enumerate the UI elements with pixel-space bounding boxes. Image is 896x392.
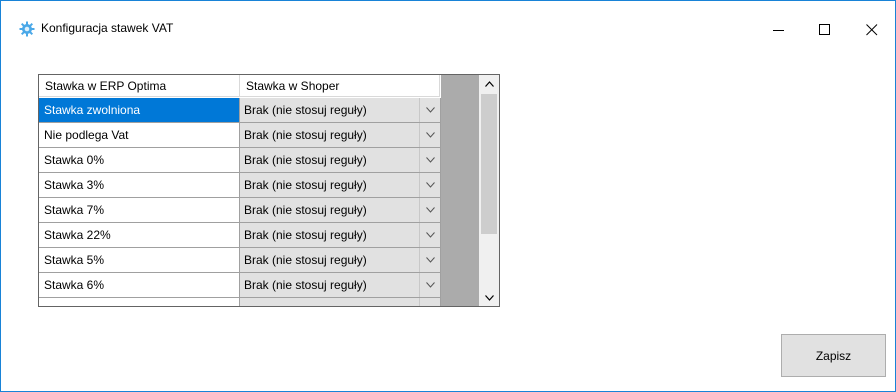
save-button[interactable]: Zapisz (781, 334, 886, 377)
scroll-thumb[interactable] (481, 94, 497, 234)
combo-value: Brak (nie stosuj reguły) (244, 103, 367, 117)
rate-name-cell[interactable]: Stawka 3% (39, 173, 240, 198)
rate-name-cell[interactable]: Stawka 5% (39, 248, 240, 273)
combo-value: Brak (nie stosuj reguły) (244, 253, 367, 267)
rate-name-cell[interactable]: Stawka 6% (39, 273, 240, 298)
shoper-rate-select[interactable]: Brak (nie stosuj reguły) (240, 98, 441, 123)
combo-value: Brak (nie stosuj reguły) (244, 178, 367, 192)
chevron-down-icon[interactable] (419, 173, 440, 197)
chevron-down-icon[interactable] (419, 298, 440, 306)
maximize-icon (819, 24, 830, 35)
combo-value: Brak (nie stosuj reguły) (244, 203, 367, 217)
shoper-rate-select[interactable]: Brak (nie stosuj reguły) (240, 248, 441, 273)
shoper-rate-select[interactable]: Brak (nie stosuj reguły) (240, 198, 441, 223)
table-row[interactable]: Stawka 6% Brak (nie stosuj reguły) (39, 273, 441, 298)
minimize-button[interactable] (756, 15, 802, 45)
gear-icon (19, 21, 35, 37)
rate-name-cell[interactable]: Nie podlega Vat (39, 123, 240, 148)
table-row[interactable]: Stawka 7% Brak (nie stosuj reguły) (39, 198, 441, 223)
vat-rates-grid[interactable]: Stawka w ERP Optima Stawka w Shoper Staw… (38, 74, 500, 307)
chevron-down-icon[interactable] (419, 148, 440, 172)
column-header-erp[interactable]: Stawka w ERP Optima (39, 75, 240, 97)
close-button[interactable] (849, 15, 895, 45)
table-row[interactable] (39, 298, 441, 306)
shoper-rate-select[interactable]: Brak (nie stosuj reguły) (240, 148, 441, 173)
vertical-scrollbar[interactable] (479, 75, 499, 306)
rate-name-cell[interactable]: Stawka 7% (39, 198, 240, 223)
table-row[interactable]: Stawka 0% Brak (nie stosuj reguły) (39, 148, 441, 173)
maximize-button[interactable] (802, 15, 848, 45)
shoper-rate-select[interactable]: Brak (nie stosuj reguły) (240, 123, 441, 148)
combo-value: Brak (nie stosuj reguły) (244, 128, 367, 142)
combo-value: Brak (nie stosuj reguły) (244, 278, 367, 292)
window-title: Konfiguracja stawek VAT (41, 21, 174, 35)
combo-value: Brak (nie stosuj reguły) (244, 228, 367, 242)
scroll-down-button[interactable] (479, 289, 499, 306)
grid-header: Stawka w ERP Optima Stawka w Shoper (39, 75, 441, 98)
table-row[interactable]: Nie podlega Vat Brak (nie stosuj reguły) (39, 123, 441, 148)
rate-name-cell[interactable]: Stawka zwolniona (39, 98, 240, 123)
chevron-down-icon (484, 294, 494, 301)
table-row[interactable]: Stawka 5% Brak (nie stosuj reguły) (39, 248, 441, 273)
combo-value: Brak (nie stosuj reguły) (244, 153, 367, 167)
shoper-rate-select[interactable]: Brak (nie stosuj reguły) (240, 273, 441, 298)
chevron-down-icon[interactable] (419, 273, 440, 297)
rate-name-cell[interactable]: Stawka 22% (39, 223, 240, 248)
chevron-up-icon (484, 80, 494, 87)
shoper-rate-select[interactable] (240, 298, 441, 306)
title-bar[interactable]: Konfiguracja stawek VAT (1, 1, 895, 37)
column-header-shoper[interactable]: Stawka w Shoper (240, 75, 440, 97)
rate-name-cell[interactable]: Stawka 0% (39, 148, 240, 173)
chevron-down-icon[interactable] (419, 98, 440, 122)
scroll-up-button[interactable] (479, 75, 499, 92)
chevron-down-icon[interactable] (419, 223, 440, 247)
config-window: Konfiguracja stawek VAT Stawka w ERP Opt… (0, 0, 896, 392)
shoper-rate-select[interactable]: Brak (nie stosuj reguły) (240, 223, 441, 248)
rate-name-cell[interactable] (39, 298, 240, 306)
minimize-icon (773, 30, 784, 31)
table-row[interactable]: Stawka 22% Brak (nie stosuj reguły) (39, 223, 441, 248)
close-icon (866, 24, 878, 36)
chevron-down-icon[interactable] (419, 123, 440, 147)
table-row[interactable]: Stawka zwolniona Brak (nie stosuj reguły… (39, 98, 441, 123)
chevron-down-icon[interactable] (419, 198, 440, 222)
shoper-rate-select[interactable]: Brak (nie stosuj reguły) (240, 173, 441, 198)
table-row[interactable]: Stawka 3% Brak (nie stosuj reguły) (39, 173, 441, 198)
chevron-down-icon[interactable] (419, 248, 440, 272)
